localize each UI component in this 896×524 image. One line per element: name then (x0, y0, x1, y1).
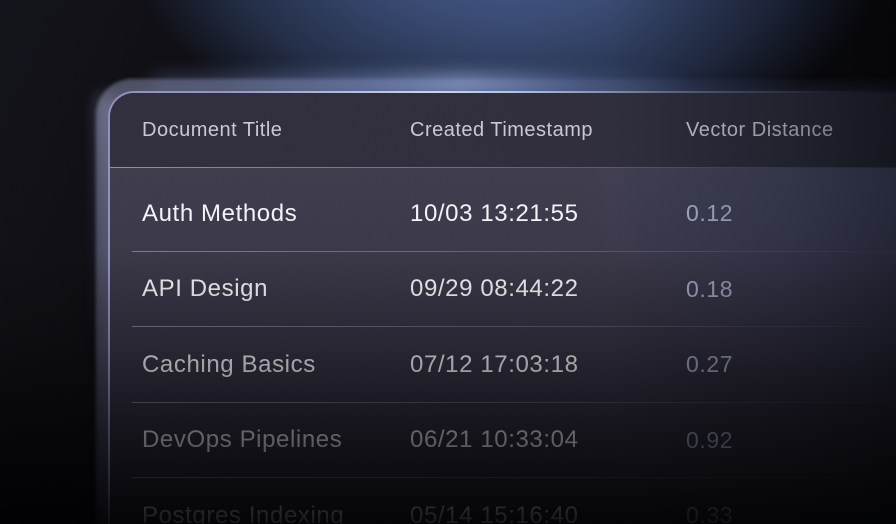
document-title-cell: Caching Basics (142, 351, 410, 379)
document-title-cell: DevOps Pipelines (142, 426, 410, 454)
document-title-cell: Postgres Indexing (142, 502, 410, 524)
created-timestamp-cell: 07/12 17:03:18 (410, 351, 686, 379)
screenshot-scene: Document Title Created Timestamp Vector … (0, 0, 896, 524)
card-top-edge-glow (150, 76, 690, 92)
vector-distance-cell: 0.33 (686, 502, 896, 524)
table-body: Auth Methods10/03 13:21:550.12API Design… (110, 168, 896, 524)
created-timestamp-cell: 09/29 08:44:22 (410, 275, 686, 303)
column-header-vector-distance: Vector Distance (686, 119, 896, 142)
column-header-document-title: Document Title (142, 119, 410, 142)
table-row[interactable]: Caching Basics07/12 17:03:180.27 (110, 327, 896, 403)
vector-distance-cell: 0.18 (686, 276, 896, 303)
table-row[interactable]: Postgres Indexing05/14 15:16:400.33 (110, 478, 896, 524)
table-row[interactable]: DevOps Pipelines06/21 10:33:040.92 (110, 403, 896, 479)
created-timestamp-cell: 10/03 13:21:55 (410, 200, 686, 228)
column-header-created-timestamp: Created Timestamp (410, 119, 686, 142)
vector-distance-cell: 0.12 (686, 200, 896, 227)
documents-table: Document Title Created Timestamp Vector … (110, 93, 896, 524)
table-row[interactable]: API Design09/29 08:44:220.18 (110, 252, 896, 328)
vector-distance-cell: 0.27 (686, 351, 896, 378)
table-header-row: Document Title Created Timestamp Vector … (110, 93, 896, 168)
table-row[interactable]: Auth Methods10/03 13:21:550.12 (110, 176, 896, 252)
vector-distance-cell: 0.92 (686, 427, 896, 454)
created-timestamp-cell: 05/14 15:16:40 (410, 502, 686, 524)
documents-table-card: Document Title Created Timestamp Vector … (108, 91, 896, 524)
created-timestamp-cell: 06/21 10:33:04 (410, 426, 686, 454)
document-title-cell: API Design (142, 275, 410, 303)
document-title-cell: Auth Methods (142, 200, 410, 228)
